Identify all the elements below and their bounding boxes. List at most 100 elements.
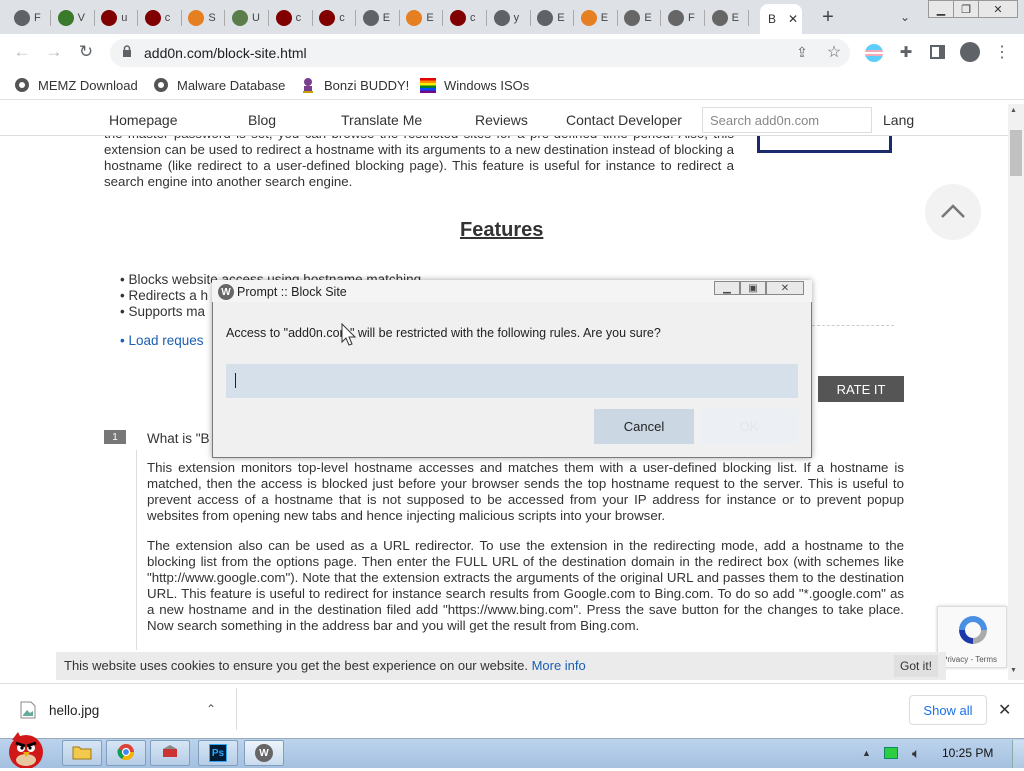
tab-title: E <box>382 12 391 24</box>
tab-item[interactable]: F <box>8 6 51 30</box>
tab-item[interactable]: c <box>139 6 182 30</box>
bookmark-memz[interactable]: MEMZ Download <box>14 77 138 93</box>
scroll-up-arrow-icon[interactable]: ▲ <box>1010 107 1017 114</box>
mouse-cursor-icon <box>339 322 357 350</box>
tab-item[interactable]: E <box>706 6 749 30</box>
nav-blog[interactable]: Blog <box>248 112 276 128</box>
tab-item[interactable]: y <box>488 6 531 30</box>
ok-button[interactable]: OK <box>700 409 798 444</box>
share-icon[interactable]: ⇪ <box>790 40 814 64</box>
taskbar-app-button[interactable] <box>150 740 190 766</box>
nav-reviews[interactable]: Reviews <box>475 112 528 128</box>
tab-active[interactable]: B ✕ <box>760 4 802 34</box>
globe-icon <box>153 77 169 93</box>
dialog-minimize-button[interactable]: ▁ <box>714 281 740 295</box>
nav-homepage[interactable]: Homepage <box>109 112 178 128</box>
taskbar-clock[interactable]: 10:25 PM <box>942 746 993 760</box>
site-search-input[interactable]: Search add0n.com <box>702 107 872 133</box>
minimize-icon: ▁ <box>936 3 946 16</box>
ublock-icon <box>144 10 161 26</box>
tab-title: B <box>768 12 777 26</box>
download-filename[interactable]: hello.jpg <box>49 703 99 718</box>
tab-item[interactable]: c <box>313 6 357 30</box>
tab-item[interactable]: F <box>662 6 705 30</box>
feature-text: Supports ma <box>128 304 206 319</box>
tab-item[interactable]: U <box>226 6 269 30</box>
bookmark-windows-isos[interactable]: Windows ISOs <box>420 77 529 93</box>
tab-item[interactable]: c <box>270 6 313 30</box>
faq-divider <box>136 450 137 650</box>
w-app-icon: W <box>255 744 273 762</box>
bookmark-star-icon[interactable]: ☆ <box>822 40 846 64</box>
nav-contact-developer[interactable]: Contact Developer <box>566 112 682 128</box>
faq-question[interactable]: What is "B <box>147 431 210 446</box>
load-requests-link[interactable]: • Load reques <box>120 333 204 348</box>
recaptcha-badge[interactable]: Privacy - Terms <box>937 606 1007 668</box>
scroll-to-top-button[interactable] <box>925 184 981 240</box>
tab-item[interactable]: E <box>575 6 618 30</box>
tab-search-chevron-icon[interactable]: ⌄ <box>896 8 914 26</box>
address-bar[interactable]: add0n.com/block-site.html <box>110 39 850 67</box>
forward-arrow-icon[interactable]: → <box>42 40 66 64</box>
tab-item[interactable]: c <box>444 6 487 30</box>
tab-item[interactable]: E <box>400 6 444 30</box>
taskbar-explorer-button[interactable] <box>62 740 102 766</box>
features-heading: Features <box>460 219 544 241</box>
tab-item[interactable]: E <box>357 6 400 30</box>
restore-button[interactable]: ❐ <box>953 0 979 18</box>
taskbar-chrome-button[interactable] <box>106 740 146 766</box>
tab-item[interactable]: S <box>182 6 226 30</box>
tab-item[interactable]: u <box>95 6 139 30</box>
tab-title: E <box>600 12 609 24</box>
back-arrow-icon[interactable]: ← <box>10 40 34 64</box>
menu-kebab-icon[interactable]: ⋮ <box>990 40 1014 64</box>
scroll-down-arrow-icon[interactable]: ▼ <box>1010 667 1017 674</box>
nav-translate-me[interactable]: Translate Me <box>341 112 422 128</box>
minimize-button[interactable]: ▁ <box>928 0 954 18</box>
bookmark-bonzi-buddy[interactable]: Bonzi BUDDY! <box>300 77 409 93</box>
bookmark-malware-database[interactable]: Malware Database <box>153 77 285 93</box>
close-shelf-icon[interactable]: ✕ <box>998 700 1011 720</box>
dialog-title: Prompt :: Block Site <box>237 285 347 299</box>
dialog-close-button[interactable]: ✕ <box>766 281 804 295</box>
taskbar-photoshop-button[interactable]: Ps <box>198 740 238 766</box>
nav-lang[interactable]: Lang <box>883 112 914 128</box>
new-tab-button[interactable]: + <box>818 6 838 28</box>
download-divider <box>236 688 237 730</box>
tray-volume-icon[interactable]: 🔈︎ <box>912 745 920 762</box>
tab-item[interactable]: E <box>531 6 575 30</box>
tray-expand-up-icon[interactable]: ▲ <box>862 748 871 758</box>
chrome-gray-icon <box>537 10 554 26</box>
ublock-icon <box>450 10 466 26</box>
scrollbar-thumb[interactable] <box>1010 130 1022 176</box>
page-scrollbar[interactable] <box>1008 104 1024 680</box>
maximize-icon: ▣ <box>748 282 758 294</box>
dialog-maximize-button[interactable]: ▣ <box>740 281 766 295</box>
tab-close-icon[interactable]: ✕ <box>788 12 798 26</box>
tray-battery-icon[interactable] <box>884 747 898 759</box>
rate-it-button[interactable]: RATE IT <box>818 376 904 402</box>
start-button-angry-bird-icon[interactable] <box>4 728 48 769</box>
more-info-link[interactable]: More info <box>532 658 586 673</box>
reload-icon[interactable]: ↻ <box>74 40 98 64</box>
show-all-button[interactable]: Show all <box>909 695 987 725</box>
tab-item[interactable]: V <box>52 6 95 30</box>
rocket-app-icon <box>161 743 179 764</box>
download-options-chevron-up-icon[interactable]: ⌃ <box>206 702 216 716</box>
link-text: Load reques <box>128 333 204 348</box>
extension-flag-icon[interactable] <box>865 44 883 62</box>
extensions-puzzle-icon[interactable]: ✚ <box>894 40 918 64</box>
show-desktop-button[interactable] <box>1012 740 1024 768</box>
tab-title: E <box>557 12 565 24</box>
recaptcha-terms-link[interactable]: Terms <box>975 655 997 664</box>
tab-item[interactable]: E <box>618 6 662 30</box>
bookmark-label: Windows ISOs <box>444 77 530 93</box>
dialog-text-input[interactable] <box>226 364 798 398</box>
cancel-button[interactable]: Cancel <box>594 409 694 444</box>
got-it-button[interactable]: Got it! <box>894 655 938 677</box>
windows-flag-icon <box>420 77 436 93</box>
side-panel-icon[interactable] <box>930 45 945 59</box>
close-window-button[interactable]: ✕ <box>978 0 1018 18</box>
taskbar-w-app-button[interactable]: W <box>244 740 284 766</box>
profile-avatar-icon[interactable] <box>960 42 980 62</box>
